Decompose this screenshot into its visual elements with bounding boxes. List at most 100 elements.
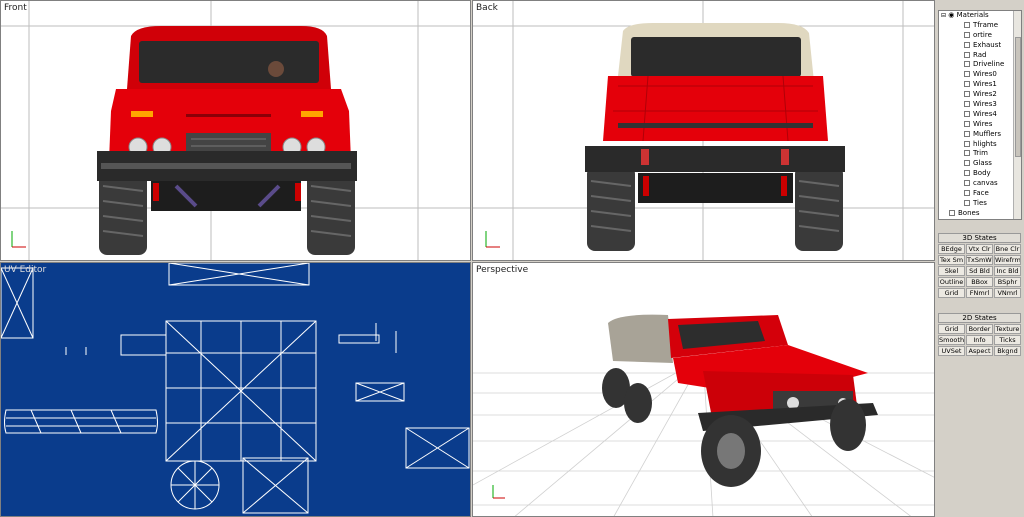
material-tree[interactable]: ⊟ ◉ Materials Tframe ortire Exhaust Rad Driv… xyxy=(938,10,1022,220)
tree-node-label: Wires1 xyxy=(973,80,997,89)
states2d-button[interactable]: Aspect xyxy=(966,346,993,356)
states3d-button[interactable]: Grid xyxy=(938,288,965,298)
states3d-button[interactable]: Wirefrm xyxy=(994,255,1021,265)
material-icon xyxy=(964,51,970,58)
material-icon xyxy=(964,180,970,187)
tree-node-bones[interactable]: Bones xyxy=(939,209,1021,219)
states2d-button[interactable]: Ticks xyxy=(994,335,1021,345)
states3d-button[interactable]: Bne Clr xyxy=(994,244,1021,254)
material-icon xyxy=(964,101,970,108)
tree-node-material[interactable]: Exhaust xyxy=(939,41,1021,51)
tree-node-label: Face xyxy=(973,189,989,198)
states3d-button[interactable]: BSphr xyxy=(994,277,1021,287)
tree-node-material[interactable]: Wires xyxy=(939,120,1021,130)
perspective-truck-render xyxy=(473,314,934,516)
material-icon xyxy=(964,150,970,157)
states3d-button[interactable]: BEdge xyxy=(938,244,965,254)
states2d-button[interactable]: Bkgnd xyxy=(994,346,1021,356)
tree-node-label: Rad xyxy=(973,50,987,59)
states3d-button[interactable]: Tex Sm xyxy=(938,255,965,265)
tree-node-material[interactable]: canvas xyxy=(939,179,1021,189)
material-icon xyxy=(964,61,970,68)
material-icon xyxy=(964,160,970,167)
material-icon xyxy=(964,130,970,137)
tree-node-material[interactable]: Wires1 xyxy=(939,80,1021,90)
states3d-button[interactable]: Vtx Clr xyxy=(966,244,993,254)
tree-node-label: Glass xyxy=(973,159,992,168)
tree-node-label: canvas xyxy=(973,179,998,188)
states3d-button[interactable]: Skel xyxy=(938,266,965,276)
tree-node-material[interactable]: Glass xyxy=(939,159,1021,169)
tree-node-material[interactable]: Trim xyxy=(939,149,1021,159)
states3d-button[interactable]: Outline xyxy=(938,277,965,287)
states-3d-title: 3D States xyxy=(938,233,1021,243)
states3d-button[interactable]: VNmrl xyxy=(994,288,1021,298)
uv-editor-viewport[interactable]: UV Editor xyxy=(0,262,471,517)
viewport-label: Perspective xyxy=(476,265,529,275)
tree-node-material[interactable]: Driveline xyxy=(939,60,1021,70)
tree-node-material[interactable]: Rad xyxy=(939,51,1021,61)
tree-node-material[interactable]: Wires3 xyxy=(939,100,1021,110)
states2d-button[interactable]: Texture xyxy=(994,324,1021,334)
states2d-button[interactable]: Smooth xyxy=(938,335,965,345)
states3d-button[interactable]: BBox xyxy=(966,277,993,287)
front-viewport[interactable]: Front xyxy=(0,0,471,261)
tree-node-material[interactable]: ortire xyxy=(939,31,1021,41)
perspective-viewport[interactable]: Perspective xyxy=(472,262,935,517)
back-viewport[interactable]: Back xyxy=(472,0,935,261)
states-2d-buttons: Grid Border Texture Smooth Info Ticks UVSet Asp… xyxy=(938,324,1021,356)
material-icon xyxy=(964,110,970,117)
tree-node-label: Exhaust xyxy=(973,40,1002,49)
states2d-button[interactable]: Grid xyxy=(938,324,965,334)
tree-node-label: Trim xyxy=(973,149,988,158)
tree-node-material[interactable]: Body xyxy=(939,169,1021,179)
tree-node-label: hlights xyxy=(973,139,997,148)
states3d-button[interactable]: Sd Bld xyxy=(966,266,993,276)
model-editor-window: Front Back UV Editor Perspective ⊟ ◉ Mat… xyxy=(0,0,1024,517)
tree-node-materials[interactable]: ⊟ ◉ Materials xyxy=(939,11,1021,21)
states3d-button[interactable]: FNmrl xyxy=(966,288,993,298)
tree-node-label: Wires4 xyxy=(973,109,997,118)
material-icon xyxy=(964,170,970,177)
tree-node-label: ortire xyxy=(973,30,992,39)
states2d-button[interactable]: UVSet xyxy=(938,346,965,356)
tree-node-label: Ties xyxy=(973,198,987,207)
viewport-label: Back xyxy=(476,3,498,13)
viewport-label: Front xyxy=(4,3,27,13)
tree-node-material[interactable]: hlights xyxy=(939,140,1021,150)
material-icon xyxy=(964,120,970,127)
tree-node-material[interactable]: Tframe xyxy=(939,21,1021,31)
tree-scrollbar[interactable] xyxy=(1013,11,1021,219)
tree-node-label: Driveline xyxy=(973,60,1005,69)
tree-node-label: Wires2 xyxy=(973,90,997,99)
tree-node-material[interactable]: Wires0 xyxy=(939,70,1021,80)
states-3d-buttons: BEdge Vtx Clr Bne Clr Tex Sm TxSmWr Wirefrm Sk… xyxy=(938,244,1021,298)
back-truck-render xyxy=(473,1,934,260)
tree-node-label: Mufflers xyxy=(973,129,1002,138)
material-icon xyxy=(964,199,970,206)
folder-icon: ◉ xyxy=(948,11,955,19)
states3d-button[interactable]: TxSmWr xyxy=(966,255,993,265)
tree-node-label: Body xyxy=(973,169,991,178)
material-icon xyxy=(964,81,970,88)
tree-node-material[interactable]: Wires2 xyxy=(939,90,1021,100)
tree-node-material[interactable]: Ties xyxy=(939,199,1021,209)
states2d-button[interactable]: Border xyxy=(966,324,993,334)
states3d-button[interactable]: Inc Bld xyxy=(994,266,1021,276)
front-truck-render xyxy=(1,1,470,260)
material-icon xyxy=(964,21,970,28)
viewport-label: UV Editor xyxy=(4,265,47,275)
states2d-button[interactable]: Info xyxy=(966,335,993,345)
tree-node-material[interactable]: Face xyxy=(939,189,1021,199)
material-icon xyxy=(964,91,970,98)
tree-node-material[interactable]: Wires4 xyxy=(939,110,1021,120)
tree-node-label: Wires3 xyxy=(973,100,997,109)
material-icon xyxy=(964,41,970,48)
tree-node-label: Wires0 xyxy=(973,70,997,79)
states-2d-title: 2D States xyxy=(938,313,1021,323)
tree-node-material[interactable]: Mufflers xyxy=(939,130,1021,140)
tree-node-label: Wires xyxy=(973,119,993,128)
side-panel: ⊟ ◉ Materials Tframe ortire Exhaust Rad Driv… xyxy=(935,0,1024,517)
uv-wireframe xyxy=(1,263,470,514)
material-icon xyxy=(964,140,970,147)
